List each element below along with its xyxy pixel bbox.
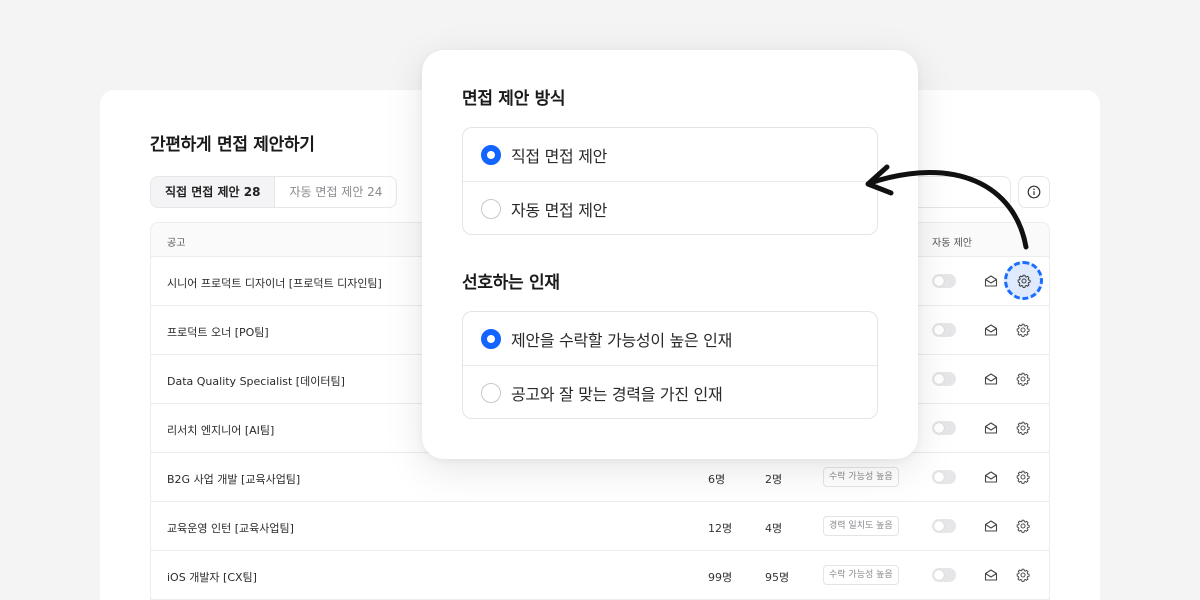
job-title: 리서치 엔지니어 [AI팀] [167, 424, 275, 437]
gear-icon[interactable] [1016, 519, 1030, 533]
preference-section-title: 선호하는 인재 [462, 273, 560, 293]
mail-icon[interactable] [984, 568, 998, 582]
mail-icon[interactable] [984, 470, 998, 484]
table-row[interactable]: iOS 개발자 [CX팀] 99명 95명 수락 가능성 높음 [151, 551, 1049, 600]
page-title: 간편하게 면접 제안하기 [150, 135, 315, 155]
status-badge: 경력 일치도 높음 [823, 516, 899, 536]
offer-settings-modal: 면접 제안 방식 직접 면접 제안 자동 면접 제안 선호하는 인재 제안을 수… [422, 50, 918, 459]
table-row[interactable]: B2G 사업 개발 [교육사업팀] 6명 2명 수락 가능성 높음 [151, 453, 1049, 502]
method-section-title: 면접 제안 방식 [462, 89, 566, 109]
mail-icon[interactable] [984, 323, 998, 337]
radio-unchecked[interactable] [481, 198, 501, 219]
radio-checked[interactable] [481, 144, 501, 165]
arrow-annotation [865, 164, 1029, 250]
status-badge: 수락 가능성 높음 [823, 467, 899, 487]
radio-checked[interactable] [481, 328, 501, 349]
pref-option-experience[interactable]: 공고와 잘 맞는 경력을 가진 인재 [463, 365, 877, 418]
mail-icon[interactable] [984, 519, 998, 533]
mail-icon[interactable] [984, 274, 998, 288]
mail-icon[interactable] [984, 372, 998, 386]
auto-offer-toggle[interactable] [932, 421, 956, 435]
count-a: 6명 [708, 473, 726, 486]
job-title: 교육운영 인턴 [교육사업팀] [167, 522, 294, 535]
job-title: iOS 개발자 [CX팀] [167, 571, 257, 584]
auto-offer-toggle[interactable] [932, 274, 956, 288]
gear-icon[interactable] [1016, 470, 1030, 484]
job-title: Data Quality Specialist [데이터팀] [167, 375, 345, 388]
tab-auto-offer[interactable]: 자동 면접 제안 24 [275, 177, 396, 207]
gear-highlight[interactable] [1004, 261, 1043, 300]
header-job: 공고 [167, 238, 186, 249]
job-title: 시니어 프로덕트 디자이너 [프로덕트 디자인팀] [167, 277, 382, 290]
count-b: 95명 [765, 571, 790, 584]
gear-icon[interactable] [1016, 323, 1030, 337]
option-label: 자동 면접 제안 [511, 200, 608, 220]
tab-direct-offer[interactable]: 직접 면접 제안 28 [151, 177, 276, 207]
count-a: 99명 [708, 571, 733, 584]
count-b: 2명 [765, 473, 783, 486]
gear-icon[interactable] [1016, 421, 1030, 435]
option-label: 직접 면접 제안 [511, 146, 608, 166]
auto-offer-toggle[interactable] [932, 568, 956, 582]
option-label: 제안을 수락할 가능성이 높은 인재 [511, 330, 733, 350]
mail-icon[interactable] [984, 421, 998, 435]
table-row[interactable]: 교육운영 인턴 [교육사업팀] 12명 4명 경력 일치도 높음 [151, 502, 1049, 551]
auto-offer-toggle[interactable] [932, 470, 956, 484]
method-option-direct[interactable]: 직접 면접 제안 [463, 128, 877, 181]
option-label: 공고와 잘 맞는 경력을 가진 인재 [511, 384, 723, 404]
preference-option-group: 제안을 수락할 가능성이 높은 인재 공고와 잘 맞는 경력을 가진 인재 [462, 311, 878, 419]
auto-offer-toggle[interactable] [932, 519, 956, 533]
auto-offer-toggle[interactable] [932, 372, 956, 386]
radio-unchecked[interactable] [481, 382, 501, 403]
method-option-group: 직접 면접 제안 자동 면접 제안 [462, 127, 878, 235]
gear-icon[interactable] [1016, 372, 1030, 386]
job-title: B2G 사업 개발 [교육사업팀] [167, 473, 301, 486]
gear-icon[interactable] [1016, 568, 1030, 582]
auto-offer-toggle[interactable] [932, 323, 956, 337]
pref-option-acceptance[interactable]: 제안을 수락할 가능성이 높은 인재 [463, 312, 877, 365]
count-a: 12명 [708, 522, 733, 535]
method-option-auto[interactable]: 자동 면접 제안 [463, 181, 877, 234]
count-b: 4명 [765, 522, 783, 535]
tab-bar: 직접 면접 제안 28 자동 면접 제안 24 [150, 176, 398, 208]
job-title: 프로덕트 오너 [PO팀] [167, 326, 269, 339]
gear-icon [1017, 274, 1031, 288]
status-badge: 수락 가능성 높음 [823, 565, 899, 585]
